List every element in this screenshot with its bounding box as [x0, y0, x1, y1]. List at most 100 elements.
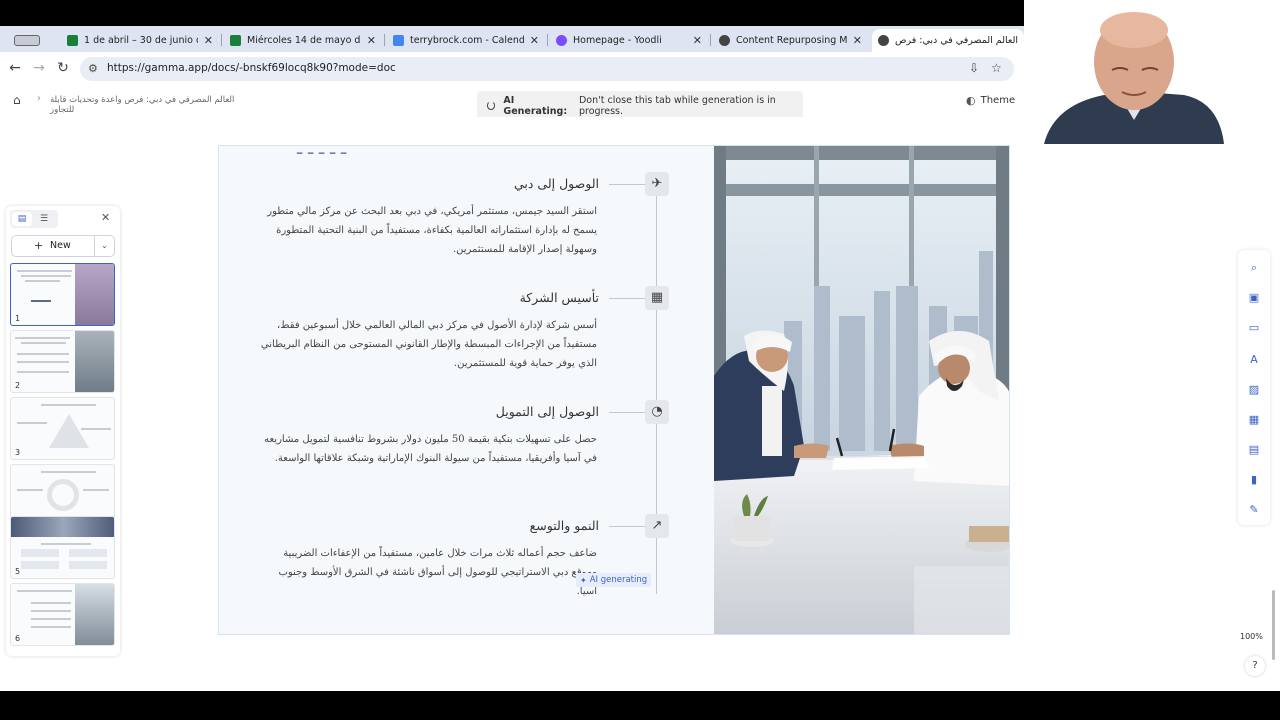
new-card-button[interactable]: + New ⌄ [11, 235, 115, 257]
help-button[interactable]: ? [1245, 656, 1265, 676]
thumbnail-number: 3 [15, 448, 21, 457]
thumbnail-number: 2 [15, 381, 21, 390]
spinner-icon [487, 101, 496, 110]
screen: 1 de abril – 30 de junio de 202 ✕ Miérco… [0, 0, 1280, 720]
ai-banner-bold: AI Generating: [503, 94, 568, 117]
palette-icon: ◐ [966, 94, 976, 107]
trend-chart-icon: ↗ [645, 514, 669, 538]
close-icon[interactable]: ✕ [204, 34, 213, 47]
chart-icon[interactable]: ▮ [1246, 472, 1262, 488]
ai-generating-banner: AI Generating: Don't close this tab whil… [477, 91, 803, 120]
tab-4[interactable]: Homepage - Yoodli ✕ [550, 29, 708, 52]
slide-photo[interactable] [714, 146, 1009, 634]
grid-view-icon[interactable]: ▤ [12, 212, 32, 226]
app-header: ⌂ › العالم المصرفي في دبي: فرص واعدة وتح… [0, 85, 1024, 120]
ai-generating-pill: ✦ AI generating [576, 573, 652, 587]
browser-window: 1 de abril – 30 de junio de 202 ✕ Miérco… [0, 26, 1024, 691]
timeline-title[interactable]: الوصول إلى دبي [514, 176, 599, 191]
close-icon[interactable]: ✕ [367, 34, 376, 47]
address-bar[interactable]: ⚙ https://gamma.app/docs/-bnskf69locq8k9… [80, 57, 1014, 81]
tab-6-active[interactable]: العالم المصرفي في دبي: فرص واعـ [872, 29, 1024, 52]
tab-3[interactable]: terrybrock.com - Calendar - ✕ [387, 29, 545, 52]
timeline-body[interactable]: حصل على تسهيلات بنكية بقيمة 50 مليون دول… [257, 430, 597, 468]
slide-thumbnail[interactable]: 2 [10, 330, 115, 393]
timeline-title[interactable]: تأسيس الشركة [520, 290, 599, 305]
tab-bar: 1 de abril – 30 de junio de 202 ✕ Miérco… [0, 26, 1024, 52]
url-text: https://gamma.app/docs/-bnskf69locq8k90?… [107, 62, 396, 74]
presenter-video-image [1024, 0, 1280, 144]
tab-title: Miércoles 14 de mayo de 202 [247, 35, 361, 46]
slide-thumbnail[interactable]: 5 [10, 516, 115, 579]
install-app-icon[interactable]: ⇩ [969, 61, 979, 75]
tab-group-icon [14, 35, 40, 46]
layout-icon[interactable]: ▦ [1246, 412, 1262, 428]
chrome-icon [719, 35, 730, 46]
scrollbar[interactable] [1272, 590, 1275, 660]
timeline-body[interactable]: أسس شركة لإدارة الأصول في مركز دبي المال… [257, 316, 597, 373]
slides-panel: ▤ ☰ ✕ + New ⌄ 1 2 3 5 6 [6, 206, 120, 656]
ai-edit-icon[interactable]: ▣ [1246, 290, 1262, 306]
slide-card[interactable]: ـ ـ ـ ـ ـ ✈ الوصول إلى دبي استقر السيد ج… [218, 145, 1010, 635]
home-icon[interactable]: ⌂ [13, 93, 21, 107]
slide-thumbnail[interactable]: 1 [10, 263, 115, 326]
building-icon: ▦ [645, 286, 669, 310]
slide-thumbnail[interactable]: 6 [10, 583, 115, 646]
reload-icon[interactable]: ↻ [53, 58, 73, 78]
bookmark-star-icon[interactable]: ☆ [991, 61, 1002, 75]
businessmen-meeting-image [714, 146, 1009, 634]
piggy-bank-icon: ◔ [645, 400, 669, 424]
slide-thumbnail[interactable]: 3 [10, 397, 115, 460]
back-icon[interactable]: ← [5, 58, 25, 78]
text-icon[interactable]: A [1246, 352, 1262, 368]
thumbnail-number: 6 [15, 634, 21, 643]
ai-banner-text: Don't close this tab while generation is… [578, 94, 776, 117]
close-icon[interactable]: ✕ [101, 211, 110, 224]
chrome-icon [878, 35, 889, 46]
tab-title: العالم المصرفي في دبي: فرص واعـ [895, 35, 1018, 46]
close-icon[interactable]: ✕ [530, 34, 539, 47]
ai-pill-label: AI generating [589, 575, 648, 585]
sparkle-icon: ✦ [580, 575, 587, 585]
timeline-body[interactable]: ضاعف حجم أعماله ثلاث مرات خلال عامين، مس… [257, 544, 597, 601]
browser-toolbar: ← → ↻ ⚙ https://gamma.app/docs/-bnskf69l… [0, 52, 1024, 85]
close-icon[interactable]: ✕ [853, 34, 862, 47]
tab-title: Content Repurposing Master [736, 35, 847, 46]
list-view-icon[interactable]: ☰ [34, 212, 54, 226]
chevron-down-icon[interactable]: ⌄ [94, 236, 114, 256]
tab-title: terrybrock.com - Calendar - [410, 35, 524, 46]
close-icon[interactable]: ✕ [693, 34, 702, 47]
site-info-icon[interactable]: ⚙ [88, 62, 98, 75]
edit-icon[interactable]: ✎ [1246, 502, 1262, 518]
timeline-title[interactable]: النمو والتوسع [530, 518, 599, 533]
zoom-level[interactable]: 100% [1240, 632, 1263, 641]
airplane-icon: ✈ [645, 172, 669, 196]
breadcrumb[interactable]: العالم المصرفي في دبي: فرص واعدة وتحديات… [50, 95, 240, 115]
panel-header: ▤ ☰ ✕ [6, 206, 120, 234]
tab-5[interactable]: Content Repurposing Master ✕ [713, 29, 868, 52]
theme-button[interactable]: ◐ Theme [966, 94, 1015, 107]
search-icon[interactable]: ⌕ [1246, 260, 1262, 276]
forward-icon[interactable]: → [29, 58, 49, 78]
tab-title: 1 de abril – 30 de junio de 202 [84, 35, 198, 46]
tab-1[interactable]: 1 de abril – 30 de junio de 202 ✕ [61, 29, 219, 52]
calendar-icon [393, 35, 404, 46]
thumbnail-number: 1 [15, 314, 21, 323]
theme-label: Theme [980, 95, 1016, 106]
sheets-icon [230, 35, 241, 46]
table-icon[interactable]: ▤ [1246, 442, 1262, 458]
thumbnail-number: 5 [15, 567, 21, 576]
timeline-body[interactable]: استقر السيد جيمس، مستثمر أمريكي، في دبي … [257, 202, 597, 259]
heading-fragment-decor: ـ ـ ـ ـ ـ [297, 145, 347, 159]
doc-canvas: ـ ـ ـ ـ ـ ✈ الوصول إلى دبي استقر السيد ج… [0, 117, 1024, 691]
new-label: New [50, 240, 71, 251]
image-icon[interactable]: ▨ [1246, 382, 1262, 398]
card-icon[interactable]: ▭ [1246, 320, 1262, 336]
timeline-title[interactable]: الوصول إلى التمويل [496, 404, 599, 419]
sheets-icon [67, 35, 78, 46]
tab-group-toggle[interactable] [8, 29, 52, 52]
view-toggle: ▤ ☰ [10, 210, 58, 228]
insert-toolbar: ⌕ ▣ ▭ A ▨ ▦ ▤ ▮ ✎ [1238, 250, 1270, 525]
tab-2[interactable]: Miércoles 14 de mayo de 202 ✕ [224, 29, 382, 52]
tab-title: Homepage - Yoodli [573, 35, 662, 46]
chevron-right-icon: › [37, 93, 41, 104]
